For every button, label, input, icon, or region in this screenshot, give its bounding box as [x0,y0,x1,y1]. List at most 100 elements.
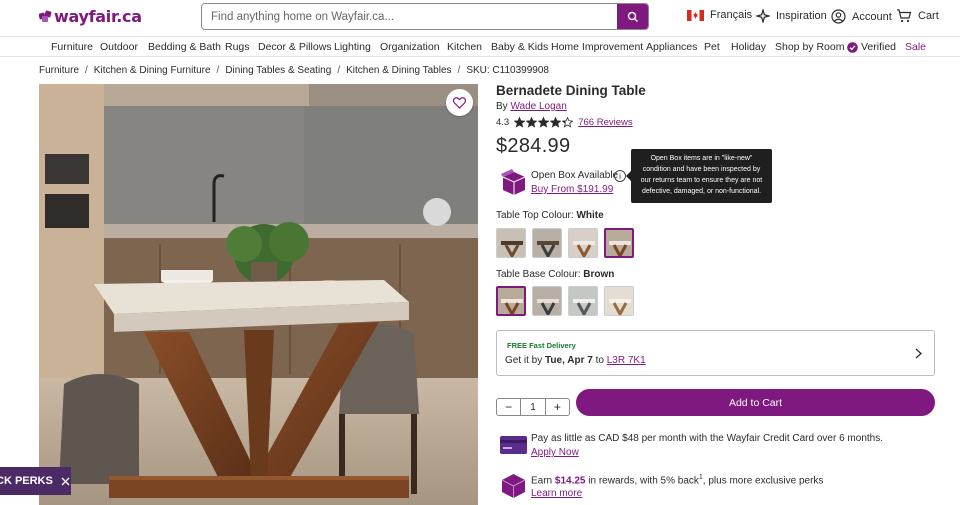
delivery-box[interactable]: FREE Fast Delivery Get it by Tue, Apr 7 … [496,330,935,376]
open-box-icon [501,169,526,195]
table-top-colour-label: Table Top Colour: White [496,210,604,221]
search-input[interactable] [202,4,617,29]
nav-item-kitchen[interactable]: Kitchen [447,41,482,53]
delivery-date: Tue, Apr 7 [545,355,593,366]
nav-item-holiday[interactable]: Holiday [731,41,766,53]
quantity-decrease-button[interactable]: − [497,400,520,414]
verified-badge-icon [847,41,858,53]
breadcrumb-item[interactable]: Furniture [39,65,79,76]
logo-mark-icon [39,10,52,22]
nav-item-rugs[interactable]: Rugs [225,41,250,53]
language-toggle[interactable]: Français [687,9,752,21]
product-price: $284.99 [496,135,571,157]
canada-flag-icon [687,9,704,21]
product-byline: By Wade Logan [496,101,567,112]
cart-icon [897,9,912,23]
close-icon[interactable] [61,477,70,486]
favorite-button[interactable] [446,89,473,116]
nav-item-verified[interactable]: Verified [847,41,896,53]
swatch-option[interactable] [568,228,598,258]
table-base-swatches [496,286,640,316]
perks-banner[interactable]: CK PERKS [0,467,71,495]
delivery-prefix: Get it by [505,355,543,366]
add-to-cart-button[interactable]: Add to Cart [576,389,935,416]
breadcrumb-separator: / [337,65,341,76]
info-icon[interactable]: i [614,170,626,182]
rewards-amount: $14.25 [554,475,586,487]
sku-label: SKU: C110399908 [466,65,549,76]
nav-item-home-improvement[interactable]: Home Improvement [551,41,643,53]
free-delivery-label: FREE Fast Delivery [507,341,576,350]
table-base-colour-label: Table Base Colour: Brown [496,269,614,280]
swatch-option[interactable] [568,286,598,316]
product-image[interactable] [39,84,478,505]
swatch-option-selected[interactable] [496,286,526,316]
swatch-option[interactable] [604,286,634,316]
cart-label: Cart [918,10,939,22]
star-icon [526,117,538,128]
breadcrumb-separator: / [216,65,220,76]
account-label: Account [852,10,892,23]
chevron-right-icon [915,348,922,359]
rewards-prefix: Earn [531,475,553,487]
breadcrumb-item[interactable]: Kitchen & Dining Tables [346,65,451,76]
breadcrumb-item[interactable]: Kitchen & Dining Furniture [94,65,211,76]
product-title: Bernadete Dining Table [496,83,646,98]
swatch-thumbnail [497,229,525,257]
rewards-suffix: in rewards, with 5% back [588,475,699,487]
search-button[interactable] [617,4,648,29]
open-box-buy-link[interactable]: Buy From $191.99 [531,184,613,195]
swatch-option-selected[interactable] [604,228,634,258]
tooltip-line: our returns team to ensure they are not [640,177,763,184]
open-box-tooltip: Open Box items are in "like-new" conditi… [626,149,772,203]
star-icon [562,117,574,128]
nav-item-organization[interactable]: Organization [380,41,440,53]
swatch-option[interactable] [532,228,562,258]
nav-item-appliances[interactable]: Appliances [646,41,697,53]
verified-label: Verified [861,41,897,53]
star-icon [550,117,562,128]
nav-item-shop-by-room[interactable]: Shop by Room [775,41,844,53]
language-label: Français [710,9,753,21]
reviews-link[interactable]: 766 Reviews [578,117,632,128]
quantity-value[interactable]: 1 [520,399,546,415]
open-box-label: Open Box Available [531,170,619,181]
account-icon [831,9,846,24]
table-top-swatches [496,228,640,258]
breadcrumb-item[interactable]: Dining Tables & Seating [225,65,331,76]
heart-icon [453,96,466,109]
wayfair-logo[interactable]: wayfair.ca [39,7,142,26]
option-name: Table Top Colour: [496,210,574,221]
brand-link[interactable]: Wade Logan [510,101,566,112]
account-link[interactable]: Account [831,9,892,24]
option-value: Brown [583,269,615,280]
postal-code-link[interactable]: L3R 7K1 [607,355,646,366]
credit-card-offer: Pay as little as CAD $48 per month with … [531,433,883,444]
breadcrumb-separator: / [85,65,88,76]
swatch-option[interactable] [532,286,562,316]
nav-item-furniture[interactable]: Furniture [51,41,93,53]
inspiration-link[interactable]: Inspiration [756,9,827,23]
option-value: White [576,210,604,221]
inspiration-label: Inspiration [776,10,827,22]
breadcrumb: Furniture / Kitchen & Dining Furniture /… [39,65,549,76]
nav-item-sale[interactable]: Sale [905,41,926,53]
nav-item-baby-kids[interactable]: Baby & Kids [491,41,548,53]
learn-more-link[interactable]: Learn more [531,488,582,499]
delivery-estimate: Get it by Tue, Apr 7 to L3R 7K1 [505,355,646,366]
product-rating: 4.3 766 Reviews [496,117,633,128]
nav-item-pet[interactable]: Pet [704,41,720,53]
cart-link[interactable]: Cart [896,9,939,23]
quantity-increase-button[interactable]: + [546,400,569,414]
nav-item-bedding-bath[interactable]: Bedding & Bath [148,41,221,53]
nav-item-outdoor[interactable]: Outdoor [100,41,138,53]
swatch-thumbnail [606,230,632,256]
tooltip-line: condition and have been inspected by [642,166,761,173]
swatch-thumbnail [605,287,633,315]
apply-now-link[interactable]: Apply Now [531,447,579,458]
swatch-thumbnail [533,229,561,257]
nav-item-decor-pillows[interactable]: Decor & Pillows [258,41,332,53]
nav-item-lighting[interactable]: Lighting [334,41,371,53]
rewards-tail: , plus more exclusive perks [702,475,824,487]
swatch-option[interactable] [496,228,526,258]
